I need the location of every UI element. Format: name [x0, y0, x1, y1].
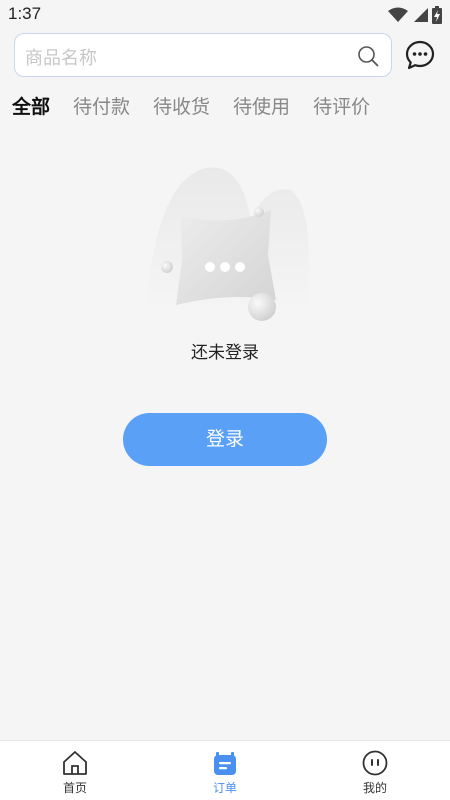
profile-icon: [362, 750, 388, 776]
nav-item-profile[interactable]: 我的: [300, 741, 450, 800]
tab-label: 全部: [12, 96, 51, 118]
nav-label: 我的: [362, 781, 387, 795]
message-icon[interactable]: [404, 39, 436, 71]
wifi-icon: [388, 7, 408, 22]
empty-state-message: 还未登录: [191, 343, 259, 363]
tab-all[interactable]: 全部: [12, 93, 50, 125]
login-button[interactable]: 登录: [123, 413, 327, 466]
screen: 1:37 商品名称 全部 待付款 待收货 待使用 待评价 还未登录 登录 首页 …: [0, 0, 450, 800]
cell-signal-icon: [414, 8, 428, 22]
status-bar: 1:37: [0, 0, 450, 30]
tab-label: 待评价: [313, 96, 371, 118]
empty-state-illustration: [146, 167, 309, 321]
tab-pending-receipt[interactable]: 待收货: [153, 93, 210, 125]
tab-label: 待使用: [233, 96, 291, 118]
bottom-nav: 首页 订单 我的: [0, 740, 450, 800]
tab-pending-payment[interactable]: 待付款: [73, 93, 130, 125]
search-icon[interactable]: [357, 45, 379, 67]
search-input[interactable]: 商品名称: [14, 33, 392, 77]
status-icons: [388, 6, 442, 24]
battery-icon: [432, 6, 442, 24]
order-tabs: 全部 待付款 待收货 待使用 待评价: [12, 93, 393, 125]
tab-label: 待付款: [73, 96, 131, 118]
tab-label: 待收货: [153, 96, 211, 118]
home-icon: [63, 751, 87, 775]
nav-item-orders[interactable]: 订单: [150, 741, 300, 800]
search-placeholder: 商品名称: [25, 48, 97, 69]
nav-item-home[interactable]: 首页: [0, 741, 150, 800]
status-time: 1:37: [8, 4, 42, 23]
tab-pending-review[interactable]: 待评价: [313, 93, 370, 125]
nav-label: 订单: [212, 781, 237, 795]
order-icon: [214, 752, 236, 775]
tab-pending-use[interactable]: 待使用: [233, 93, 290, 125]
nav-label: 首页: [62, 781, 87, 795]
